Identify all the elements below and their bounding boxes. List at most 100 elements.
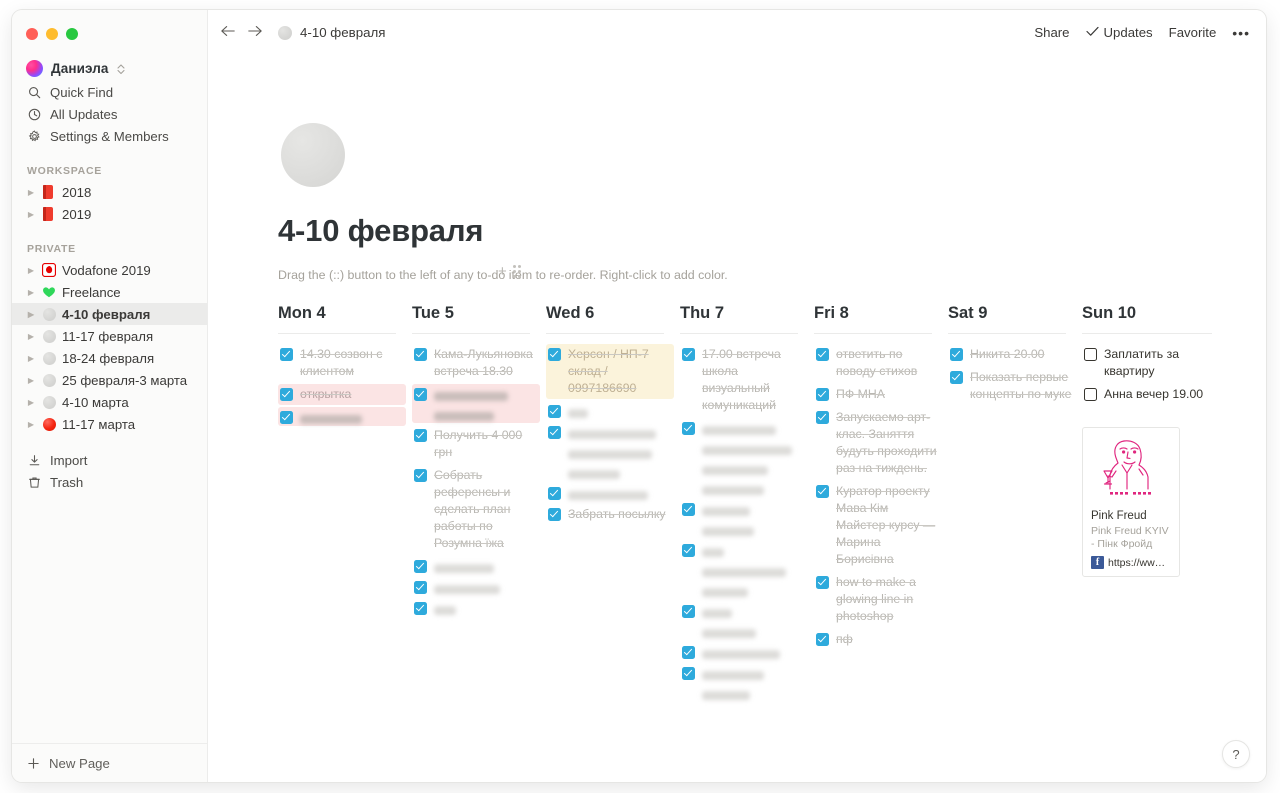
todo-item[interactable] (412, 577, 540, 596)
todo-checkbox[interactable] (682, 503, 695, 516)
share-button[interactable]: Share (1034, 25, 1069, 40)
todo-item[interactable]: Заплатить за квартиру (1082, 344, 1222, 382)
todo-item[interactable]: ответить по поводу стихов (814, 344, 942, 382)
nav-item-all-updates[interactable]: All Updates (12, 103, 207, 125)
sidebar-page-11-17-marta[interactable]: ▶ 11-17 марта (12, 413, 207, 435)
todo-item[interactable]: + (412, 264, 540, 423)
sidebar-page-25-fevralya-3-marta[interactable]: ▶ 25 февраля-3 марта (12, 369, 207, 391)
link-preview-url-row[interactable]: f https://ww… (1091, 556, 1171, 569)
todo-checkbox[interactable] (816, 411, 829, 424)
todo-checkbox[interactable] (280, 348, 293, 361)
todo-checkbox[interactable] (548, 348, 561, 361)
new-page-button[interactable]: New Page (12, 743, 207, 782)
updates-button[interactable]: Updates (1085, 25, 1153, 40)
todo-checkbox[interactable] (816, 576, 829, 589)
todo-checkbox[interactable] (414, 429, 427, 442)
todo-checkbox[interactable] (682, 605, 695, 618)
todo-checkbox[interactable] (548, 487, 561, 500)
sidebar-page-freelance[interactable]: ▶ Freelance (12, 281, 207, 303)
todo-checkbox[interactable] (682, 348, 695, 361)
todo-item[interactable] (412, 556, 540, 575)
expand-triangle-icon[interactable]: ▶ (26, 266, 36, 275)
todo-item[interactable] (546, 422, 674, 481)
todo-item[interactable]: 14.30 созвон с клиентом (278, 344, 406, 382)
todo-checkbox[interactable] (950, 348, 963, 361)
todo-item[interactable] (680, 642, 808, 661)
todo-item[interactable]: пф (814, 629, 942, 650)
expand-triangle-icon[interactable]: ▶ (26, 310, 36, 319)
sidebar-page-vodafone-2019[interactable]: ▶ Vodafone 2019 (12, 259, 207, 281)
todo-checkbox[interactable] (414, 602, 427, 615)
todo-item[interactable] (278, 407, 406, 426)
todo-item[interactable] (680, 663, 808, 702)
todo-checkbox[interactable] (414, 560, 427, 573)
page-title[interactable]: 4-10 февраля (278, 213, 1266, 249)
expand-triangle-icon[interactable]: ▶ (26, 376, 36, 385)
close-window-button[interactable] (26, 28, 38, 40)
todo-checkbox[interactable] (280, 411, 293, 424)
todo-checkbox[interactable] (682, 544, 695, 557)
todo-item[interactable]: Собрать референсы и сделать план работы … (412, 465, 540, 554)
todo-item[interactable] (680, 540, 808, 599)
todo-checkbox[interactable] (548, 508, 561, 521)
todo-checkbox[interactable] (816, 633, 829, 646)
more-options-icon[interactable]: ••• (1232, 25, 1250, 41)
expand-triangle-icon[interactable]: ▶ (26, 354, 36, 363)
drag-handle-icon[interactable] (512, 265, 522, 278)
nav-item-quick-find[interactable]: Quick Find (12, 81, 207, 103)
todo-item[interactable]: Забрать посылку (546, 504, 674, 525)
sidebar-item-trash[interactable]: Trash (12, 471, 207, 493)
todo-item[interactable] (546, 401, 674, 420)
sidebar-page-11-17-fevralya[interactable]: ▶ 11-17 февраля (12, 325, 207, 347)
todo-checkbox[interactable] (414, 469, 427, 482)
todo-item[interactable] (546, 483, 674, 502)
todo-item[interactable]: Куратор проекту Мава Кім Майстер курсу —… (814, 481, 942, 570)
todo-checkbox[interactable] (816, 485, 829, 498)
expand-triangle-icon[interactable]: ▶ (26, 210, 36, 219)
todo-item[interactable] (680, 499, 808, 538)
todo-item[interactable]: открытка (278, 384, 406, 405)
todo-checkbox[interactable] (414, 581, 427, 594)
todo-item[interactable]: how to make a glowing line in photoshop (814, 572, 942, 627)
breadcrumb[interactable]: 4-10 февраля (277, 25, 385, 41)
sidebar-page-4-10-marta[interactable]: ▶ 4-10 марта (12, 391, 207, 413)
expand-triangle-icon[interactable]: ▶ (26, 288, 36, 297)
page-icon[interactable] (281, 123, 345, 187)
todo-item[interactable] (680, 418, 808, 497)
todo-checkbox[interactable] (548, 426, 561, 439)
sidebar-page-4-10-fevralya[interactable]: ▶ 4-10 февраля (12, 303, 207, 325)
expand-triangle-icon[interactable]: ▶ (26, 188, 36, 197)
sidebar-page-2019[interactable]: ▶ 2019 (12, 203, 207, 225)
todo-checkbox[interactable] (1084, 348, 1097, 361)
todo-checkbox[interactable] (1084, 388, 1097, 401)
minimize-window-button[interactable] (46, 28, 58, 40)
todo-checkbox[interactable] (548, 405, 561, 418)
todo-item[interactable]: Запускаемо арт-клас. Заняття будуть прох… (814, 407, 942, 479)
sidebar-page-2018[interactable]: ▶ 2018 (12, 181, 207, 203)
todo-item[interactable]: Анна вечер 19.00 (1082, 384, 1222, 405)
expand-triangle-icon[interactable]: ▶ (26, 420, 36, 429)
todo-item[interactable] (680, 601, 808, 640)
todo-checkbox[interactable] (682, 646, 695, 659)
arrow-right-icon[interactable] (247, 24, 263, 42)
sidebar-page-18-24-fevralya[interactable]: ▶ 18-24 февраля (12, 347, 207, 369)
help-button[interactable]: ? (1222, 740, 1250, 768)
favorite-button[interactable]: Favorite (1169, 25, 1217, 40)
todo-checkbox[interactable] (280, 388, 293, 401)
expand-triangle-icon[interactable]: ▶ (26, 332, 36, 341)
todo-checkbox[interactable] (816, 348, 829, 361)
todo-item[interactable]: ПФ МНА (814, 384, 942, 405)
todo-item[interactable] (412, 598, 540, 617)
todo-checkbox[interactable] (682, 667, 695, 680)
nav-item-settings-members[interactable]: Settings & Members (12, 125, 207, 147)
todo-checkbox[interactable] (414, 348, 427, 361)
todo-checkbox[interactable] (682, 422, 695, 435)
todo-checkbox[interactable] (816, 388, 829, 401)
zoom-window-button[interactable] (66, 28, 78, 40)
todo-checkbox[interactable] (414, 388, 427, 401)
workspace-switcher[interactable]: Даниэла (12, 56, 207, 81)
todo-item[interactable]: 17.00 встреча школа визуальный комуникац… (680, 344, 808, 416)
add-block-icon[interactable]: + (498, 264, 507, 279)
arrow-left-icon[interactable] (220, 24, 236, 42)
todo-item[interactable]: Херсон / НП-7 склад / 0997186690 (546, 344, 674, 399)
